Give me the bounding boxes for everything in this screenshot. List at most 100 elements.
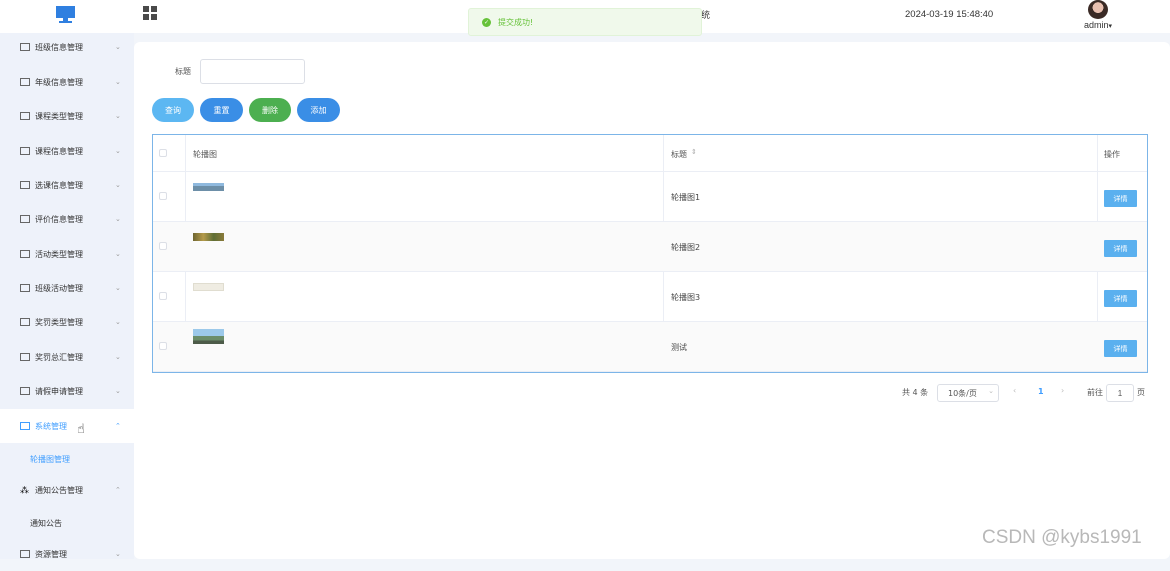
sidebar-subitem-carousel[interactable]: 轮播图管理 [0,444,134,474]
list-icon [20,250,30,258]
detail-button[interactable]: 详情 [1104,290,1137,307]
row-checkbox[interactable] [159,292,167,300]
sidebar-item-evaluation[interactable]: 评价信息管理 ⌄ [0,202,134,236]
carousel-thumbnail [193,329,224,344]
query-button[interactable]: 查询 [152,98,194,122]
row-title: 轮播图1 [671,193,701,202]
row-title: 轮播图2 [671,243,701,252]
menu-grid-icon[interactable] [143,6,157,20]
row-checkbox[interactable] [159,242,167,250]
list-icon [20,112,30,120]
chevron-down-icon: ⌄ [115,353,121,361]
sidebar-item-leave-request[interactable]: 请假申请管理 ⌄ [0,374,134,408]
check-circle-icon: ✓ [482,17,491,27]
hand-cursor-icon: ☝ [77,422,85,437]
row-title: 轮播图3 [671,293,701,302]
system-title: 统 [701,11,711,21]
goto-page-input[interactable] [1106,384,1134,402]
chevron-down-icon: ⌄ [115,147,121,155]
chevron-down-icon: ⌄ [115,318,121,326]
sidebar-item-course-type[interactable]: 课程类型管理 ⌄ [0,99,134,133]
sidebar-item-notice[interactable]: ⁂ 通知公告管理 ⌃ [0,473,134,507]
sidebar-item-label: 年级信息管理 [35,77,83,87]
sidebar-subitem-notice[interactable]: 通知公告 [0,508,134,538]
goto-suffix: 页 [1137,388,1145,397]
table-row: 轮播图3 详情 [153,272,1147,322]
carousel-thumbnail [193,183,224,191]
sidebar-item-class-info[interactable]: 班级信息管理 ⌄ [0,30,134,64]
sidebar-item-label: 通知公告 [30,519,62,528]
row-checkbox[interactable] [159,192,167,200]
sidebar-item-label: 活动类型管理 [35,249,83,259]
page-size-value: 10条/页 [948,389,977,398]
chevron-down-icon: ⌄ [988,387,994,395]
pagination-total: 共 4 条 [902,388,929,397]
table-row: 轮播图1 详情 [153,172,1147,222]
list-icon [20,353,30,361]
sidebar-item-grade-info[interactable]: 年级信息管理 ⌄ [0,65,134,99]
list-icon [20,215,30,223]
watermark: CSDN @kybs1991 [982,527,1142,548]
sidebar-item-label: 轮播图管理 [30,455,70,464]
folder-icon [20,422,30,430]
table-row: 测试 详情 [153,322,1147,372]
sidebar-item-label: 请假申请管理 [35,386,83,396]
delete-button[interactable]: 删除 [249,98,291,122]
header-actions: 操作 [1104,150,1120,159]
add-button[interactable]: 添加 [297,98,340,122]
sidebar-item-activity-type[interactable]: 活动类型管理 ⌄ [0,237,134,271]
detail-button[interactable]: 详情 [1104,190,1137,207]
chevron-down-icon: ⌄ [115,550,121,558]
sidebar-item-label: 奖罚类型管理 [35,317,83,327]
avatar[interactable] [1088,0,1108,19]
detail-button[interactable]: 详情 [1104,340,1137,357]
sidebar-item-course-selection[interactable]: 选课信息管理 ⌄ [0,168,134,202]
sidebar-item-label: 资源管理 [35,549,67,559]
user-name: admin [1084,20,1109,30]
detail-button[interactable]: 详情 [1104,240,1137,257]
list-icon [20,181,30,189]
sidebar-item-label: 课程类型管理 [35,111,83,121]
title-search-input[interactable] [200,59,305,84]
user-menu[interactable]: admin▾ [1084,20,1112,30]
sidebar-item-system[interactable]: 系统管理 ⌃ [0,409,134,443]
broadcast-icon: ⁂ [20,486,29,496]
reset-button[interactable]: 重置 [200,98,243,122]
next-page-button[interactable]: › [1061,386,1064,404]
current-page[interactable]: 1 [1038,387,1044,405]
chevron-down-icon: ⌄ [115,78,121,86]
carousel-thumbnail [193,283,224,291]
chevron-down-icon: ⌄ [115,284,121,292]
sidebar-item-reward-type[interactable]: 奖罚类型管理 ⌄ [0,305,134,339]
carousel-table: 轮播图 标题 ⇕ 操作 轮播图1 详情 轮播图2 详情 轮播图3 详情 测试 详… [152,134,1148,373]
list-icon [20,147,30,155]
row-checkbox[interactable] [159,342,167,350]
list-icon [20,318,30,326]
sidebar-item-course-info[interactable]: 课程信息管理 ⌄ [0,134,134,168]
search-label: 标题 [175,67,191,76]
chevron-up-icon: ⌃ [115,486,121,494]
table-header: 轮播图 标题 ⇕ 操作 [153,135,1147,172]
sidebar-item-resource[interactable]: 资源管理 ⌄ [0,537,134,571]
sidebar-item-reward-summary[interactable]: 奖罚总汇管理 ⌄ [0,340,134,374]
sidebar-item-label: 通知公告管理 [35,485,83,495]
prev-page-button[interactable]: ‹ [1013,386,1016,404]
header-title: 标题 [671,150,687,159]
sidebar-item-label: 班级活动管理 [35,283,83,293]
sidebar-item-label: 系统管理 [35,421,67,431]
chevron-down-icon: ▾ [1108,23,1113,30]
page-size-select[interactable]: 10条/页 ⌄ [937,384,999,402]
table-row: 轮播图2 详情 [153,222,1147,272]
chevron-down-icon: ⌄ [115,43,121,51]
sidebar-item-class-activity[interactable]: 班级活动管理 ⌄ [0,271,134,305]
select-all-checkbox[interactable] [159,149,167,157]
goto-label: 前往 [1087,388,1103,397]
list-icon [20,43,30,51]
chevron-up-icon: ⌃ [115,422,121,430]
sort-icon[interactable]: ⇕ [691,148,697,156]
monitor-logo-icon [56,6,75,23]
list-icon [20,78,30,86]
chevron-down-icon: ⌄ [115,250,121,258]
row-title: 测试 [671,343,687,352]
sidebar-item-label: 课程信息管理 [35,146,83,156]
